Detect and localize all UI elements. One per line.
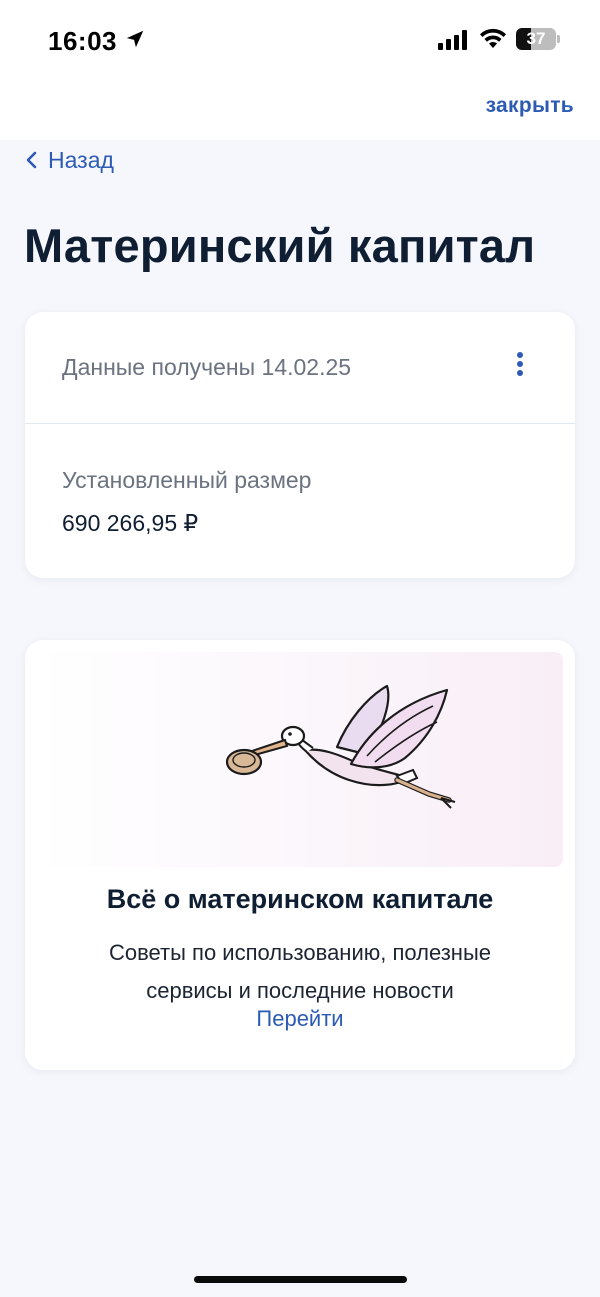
promo-card[interactable]: Всё о материнском капитале Советы по исп… — [25, 640, 575, 1070]
page-title: Материнский капитал — [24, 219, 536, 272]
card-header: Данные получены 14.02.25 — [25, 312, 575, 424]
capital-info-card: Данные получены 14.02.25 Установленный р… — [25, 312, 575, 578]
battery-percent: 37 — [526, 29, 546, 48]
stork-with-coin-icon — [225, 684, 456, 809]
wifi-icon — [480, 28, 506, 48]
data-received-date: Данные получены 14.02.25 — [62, 354, 352, 380]
close-link[interactable]: закрыть — [486, 94, 574, 118]
top-header: закрыть — [0, 80, 600, 140]
screen: 16:03 37 закрыть Назад Материнский капит… — [0, 0, 600, 1297]
go-link[interactable]: Перейти — [25, 1006, 575, 1032]
stork-illustration — [37, 652, 563, 867]
back-label: Назад — [48, 146, 114, 173]
cellular-signal-icon — [438, 30, 467, 50]
status-time: 16:03 — [48, 26, 117, 56]
back-button[interactable]: Назад — [24, 144, 114, 176]
location-arrow-icon — [126, 30, 144, 48]
promo-description: Советы по использованию, полезные сервис… — [108, 940, 492, 1003]
promo-title: Всё о материнском капитале — [106, 884, 494, 914]
amount-label: Установленный размер — [62, 467, 312, 493]
amount-value: 690 266,95 ₽ — [62, 510, 199, 536]
home-indicator[interactable] — [194, 1276, 407, 1283]
chevron-left-icon — [26, 151, 37, 169]
status-bar: 16:03 37 — [0, 0, 600, 80]
battery-icon: 37 — [516, 28, 560, 50]
more-options-icon[interactable] — [509, 352, 531, 384]
